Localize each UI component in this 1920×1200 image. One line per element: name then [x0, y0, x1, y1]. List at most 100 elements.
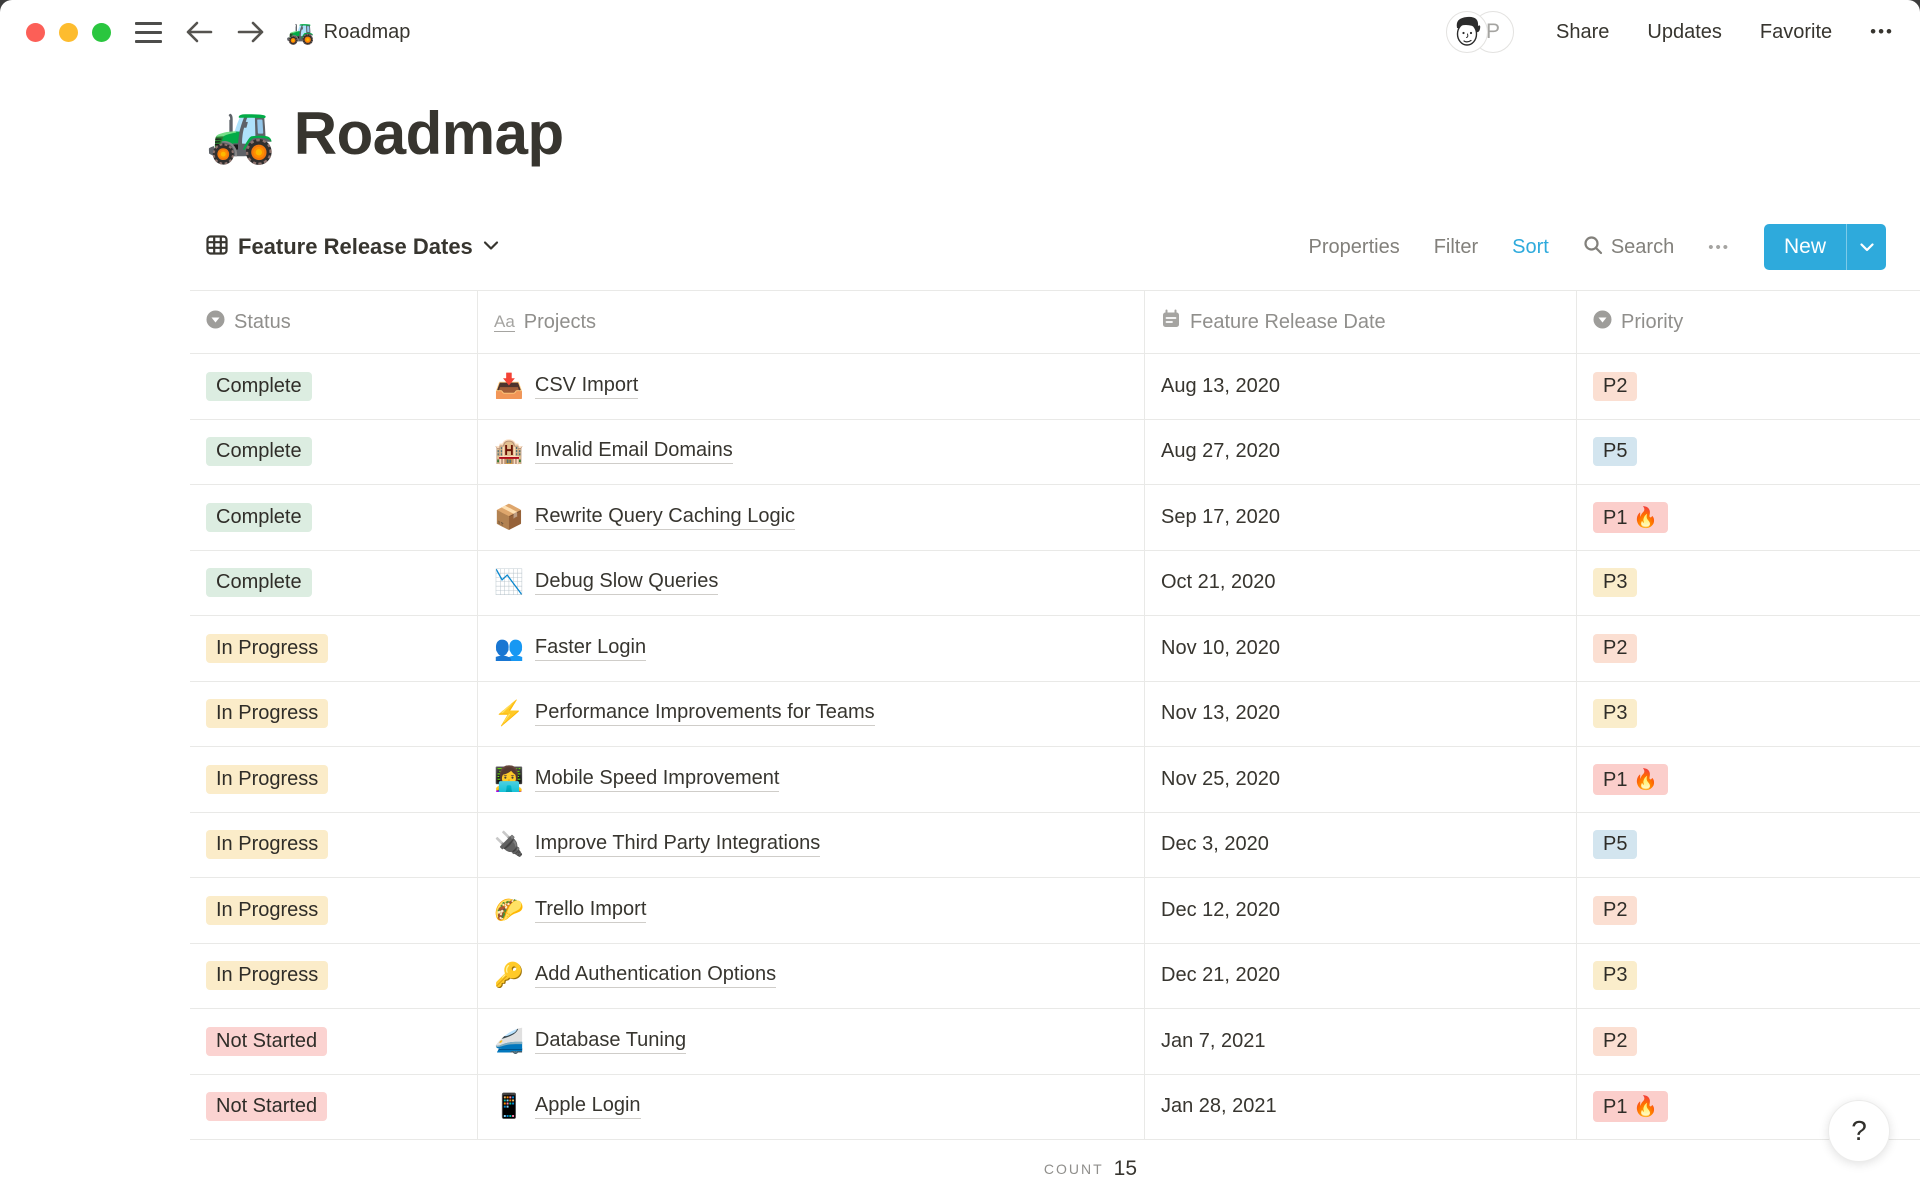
new-button[interactable]: New — [1764, 224, 1846, 270]
table-row: Complete 🏨 Invalid Email Domains Aug 27,… — [190, 419, 1920, 485]
close-window-button[interactable] — [26, 22, 45, 42]
sidebar-menu-icon[interactable] — [135, 21, 162, 43]
status-badge[interactable]: Complete — [206, 437, 312, 467]
user-avatar[interactable] — [1446, 11, 1489, 53]
status-badge[interactable]: In Progress — [206, 830, 329, 860]
forward-arrow-icon[interactable] — [236, 17, 266, 47]
project-cell[interactable]: 🔑 Add Authentication Options — [478, 943, 1145, 1008]
project-cell[interactable]: 📦 Rewrite Query Caching Logic — [478, 485, 1145, 550]
updates-button[interactable]: Updates — [1647, 21, 1722, 44]
project-link[interactable]: Rewrite Query Caching Logic — [534, 505, 796, 530]
priority-badge[interactable]: P1 🔥 — [1593, 1091, 1668, 1123]
project-link[interactable]: CSV Import — [534, 374, 639, 399]
table-row: In Progress 🔑 Add Authentication Options… — [190, 943, 1920, 1009]
properties-button[interactable]: Properties — [1309, 236, 1400, 259]
project-cell[interactable]: 🚄 Database Tuning — [478, 1009, 1145, 1074]
column-header-status[interactable]: Status — [190, 291, 478, 353]
release-date[interactable]: Dec 21, 2020 — [1145, 943, 1577, 1008]
project-link[interactable]: Add Authentication Options — [534, 963, 777, 989]
project-cell[interactable]: 🏨 Invalid Email Domains — [478, 419, 1145, 484]
release-date[interactable]: Nov 10, 2020 — [1145, 616, 1577, 681]
release-date[interactable]: Dec 12, 2020 — [1145, 878, 1577, 943]
priority-badge[interactable]: P1 🔥 — [1593, 501, 1668, 533]
status-badge[interactable]: In Progress — [206, 895, 329, 925]
presence-avatars[interactable]: P — [1446, 11, 1515, 53]
priority-badge[interactable]: P3 — [1593, 568, 1638, 598]
priority-badge[interactable]: P5 — [1593, 437, 1638, 467]
doc-title: Roadmap — [323, 20, 411, 43]
priority-badge[interactable]: P3 — [1593, 699, 1638, 729]
view-switcher[interactable]: Feature Release Dates — [190, 234, 499, 261]
table-row: In Progress 🌮 Trello Import Dec 12, 2020… — [190, 878, 1920, 944]
help-button[interactable]: ? — [1828, 1100, 1890, 1162]
page-emoji-icon[interactable]: 🚜 — [206, 96, 276, 172]
more-options-icon[interactable]: ••• — [1870, 22, 1894, 42]
status-badge[interactable]: Complete — [206, 502, 312, 532]
priority-badge[interactable]: P2 — [1593, 633, 1638, 663]
status-badge[interactable]: Not Started — [206, 1026, 328, 1056]
favorite-button[interactable]: Favorite — [1760, 21, 1832, 44]
project-cell[interactable]: 📥 CSV Import — [478, 354, 1145, 419]
project-cell[interactable]: 📱 Apple Login — [478, 1074, 1145, 1139]
doc-emoji-icon: 🚜 — [286, 18, 315, 45]
status-badge[interactable]: In Progress — [206, 699, 329, 729]
table-body: Complete 📥 CSV Import Aug 13, 2020 P2 Co… — [190, 354, 1920, 1140]
project-link[interactable]: Apple Login — [534, 1094, 641, 1120]
app-window: 🚜 Roadmap P Share Updates Favorite ••• 🚜… — [0, 0, 1920, 1200]
release-date[interactable]: Sep 17, 2020 — [1145, 485, 1577, 550]
project-link[interactable]: Trello Import — [534, 898, 647, 923]
release-date[interactable]: Jan 7, 2021 — [1145, 1009, 1577, 1074]
project-link[interactable]: Faster Login — [534, 636, 647, 661]
release-date[interactable]: Nov 13, 2020 — [1145, 681, 1577, 746]
column-header-date[interactable]: Feature Release Date — [1145, 291, 1577, 353]
project-link[interactable]: Database Tuning — [534, 1029, 687, 1054]
priority-badge[interactable]: P3 — [1593, 961, 1638, 991]
release-date[interactable]: Nov 25, 2020 — [1145, 747, 1577, 812]
back-arrow-icon[interactable] — [184, 17, 214, 47]
project-link[interactable]: Improve Third Party Integrations — [534, 832, 821, 858]
release-date[interactable]: Dec 3, 2020 — [1145, 812, 1577, 877]
project-cell[interactable]: ⚡ Performance Improvements for Teams — [478, 681, 1145, 746]
release-date[interactable]: Jan 28, 2021 — [1145, 1074, 1577, 1139]
column-header-projects[interactable]: Aa Projects — [478, 291, 1145, 353]
window-controls — [26, 22, 111, 42]
status-badge[interactable]: In Progress — [206, 764, 329, 794]
sort-button[interactable]: Sort — [1512, 236, 1549, 259]
priority-badge[interactable]: P1 🔥 — [1593, 763, 1668, 795]
view-more-options-icon[interactable]: ••• — [1708, 239, 1730, 256]
project-cell[interactable]: 🌮 Trello Import — [478, 878, 1145, 943]
priority-badge[interactable]: P2 — [1593, 371, 1638, 401]
count-control[interactable]: COUNT 15 — [478, 1140, 1145, 1188]
priority-badge[interactable]: P5 — [1593, 830, 1638, 860]
project-link[interactable]: Performance Improvements for Teams — [534, 701, 875, 727]
project-cell[interactable]: 👥 Faster Login — [478, 616, 1145, 681]
minimize-window-button[interactable] — [59, 22, 78, 42]
priority-badge[interactable]: P2 — [1593, 1026, 1638, 1056]
zoom-window-button[interactable] — [92, 22, 111, 42]
search-control[interactable]: Search — [1583, 235, 1674, 260]
text-property-icon: Aa — [494, 311, 515, 332]
project-cell[interactable]: 🔌 Improve Third Party Integrations — [478, 812, 1145, 877]
column-header-priority[interactable]: Priority — [1577, 291, 1920, 353]
project-link[interactable]: Mobile Speed Improvement — [534, 767, 780, 792]
priority-badge[interactable]: P2 — [1593, 895, 1638, 925]
table-row: In Progress 👩‍💻 Mobile Speed Improvement… — [190, 747, 1920, 813]
release-date[interactable]: Aug 27, 2020 — [1145, 419, 1577, 484]
status-badge[interactable]: In Progress — [206, 633, 329, 663]
release-date[interactable]: Aug 13, 2020 — [1145, 354, 1577, 419]
filter-button[interactable]: Filter — [1434, 236, 1478, 259]
titlebar: 🚜 Roadmap P Share Updates Favorite ••• — [0, 0, 1920, 64]
project-emoji-icon: 📦 — [494, 503, 524, 531]
project-link[interactable]: Invalid Email Domains — [534, 439, 733, 465]
status-badge[interactable]: In Progress — [206, 961, 329, 991]
status-badge[interactable]: Complete — [206, 371, 312, 401]
status-badge[interactable]: Not Started — [206, 1092, 328, 1122]
share-button[interactable]: Share — [1556, 21, 1609, 44]
project-cell[interactable]: 📉 Debug Slow Queries — [478, 550, 1145, 615]
status-badge[interactable]: Complete — [206, 568, 312, 598]
project-link[interactable]: Debug Slow Queries — [534, 570, 719, 596]
breadcrumb[interactable]: 🚜 Roadmap — [286, 19, 410, 46]
new-dropdown-chevron-icon[interactable] — [1846, 224, 1886, 270]
release-date[interactable]: Oct 21, 2020 — [1145, 550, 1577, 615]
project-cell[interactable]: 👩‍💻 Mobile Speed Improvement — [478, 747, 1145, 812]
